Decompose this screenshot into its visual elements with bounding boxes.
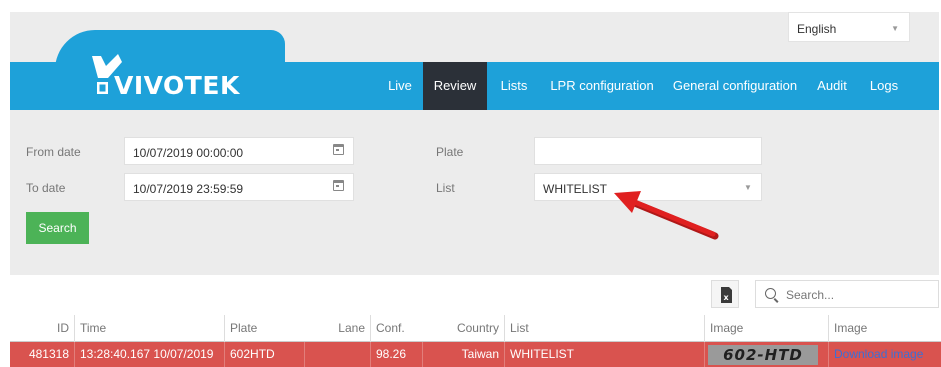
nav-live[interactable]: Live: [386, 62, 414, 110]
svg-text:x: x: [724, 293, 730, 302]
cell-plate: 602HTD: [224, 342, 304, 367]
cell-lane: [304, 342, 370, 367]
column-header[interactable]: Lane: [304, 315, 370, 342]
calendar-icon[interactable]: [333, 180, 344, 191]
cell-id: 481318: [28, 347, 69, 361]
plate-image[interactable]: 602-HTD: [708, 345, 818, 365]
language-value: English: [797, 22, 837, 36]
search-button[interactable]: Search: [26, 212, 89, 244]
column-header[interactable]: Image: [828, 315, 941, 342]
list-label: List: [436, 181, 455, 195]
cell-country: Taiwan: [422, 342, 504, 367]
calendar-icon[interactable]: [333, 144, 344, 155]
column-header[interactable]: List: [504, 315, 704, 342]
from-date-label: From date: [26, 145, 81, 159]
to-date-value: 10/07/2019 23:59:59: [133, 182, 244, 196]
from-date-value: 10/07/2019 00:00:00: [133, 146, 244, 160]
cell-conf: 98.26: [370, 342, 422, 367]
to-date-label: To date: [26, 181, 66, 195]
from-date-input[interactable]: 10/07/2019 00:00:00: [124, 137, 354, 165]
nav-audit[interactable]: Audit: [813, 62, 851, 110]
column-header[interactable]: Plate: [224, 315, 304, 342]
column-header[interactable]: Image: [704, 315, 828, 342]
language-select[interactable]: English ▼: [788, 12, 910, 42]
export-excel-button[interactable]: x: [711, 280, 739, 308]
table-header: ID Time Plate Lane Conf. Country List Im…: [10, 315, 941, 342]
column-header[interactable]: ID: [10, 315, 74, 342]
nav-general-configuration[interactable]: General configuration: [671, 62, 799, 110]
red-arrow-annotation: [614, 191, 719, 240]
download-image-link[interactable]: Download image: [834, 342, 923, 367]
cell-list: WHITELIST: [504, 342, 704, 367]
column-header[interactable]: Country: [422, 315, 504, 342]
column-header[interactable]: Conf.: [370, 315, 422, 342]
plate-input[interactable]: [534, 137, 762, 165]
nav-lists[interactable]: Lists: [496, 62, 532, 110]
cell-time: 13:28:40.167 10/07/2019: [74, 342, 224, 367]
search-placeholder: Search...: [786, 288, 835, 302]
excel-icon: x: [721, 287, 732, 303]
nav-review[interactable]: Review: [423, 62, 487, 110]
chevron-down-icon: ▼: [891, 24, 899, 33]
nav-lpr-configuration[interactable]: LPR configuration: [546, 62, 658, 110]
search-icon: [765, 288, 776, 299]
list-value: WHITELIST: [543, 182, 608, 196]
chevron-down-icon: ▼: [744, 183, 752, 192]
nav-logs[interactable]: Logs: [864, 62, 904, 110]
vivotek-logo: VIVOTEK: [92, 54, 241, 100]
app-page: English ▼ VIVOTEK Live Review Lists LPR …: [0, 0, 941, 367]
plate-label: Plate: [436, 145, 464, 159]
brand-name: VIVOTEK: [114, 71, 241, 100]
column-header[interactable]: Time: [74, 315, 224, 342]
to-date-input[interactable]: 10/07/2019 23:59:59: [124, 173, 354, 201]
table-search-input[interactable]: Search...: [755, 280, 939, 308]
